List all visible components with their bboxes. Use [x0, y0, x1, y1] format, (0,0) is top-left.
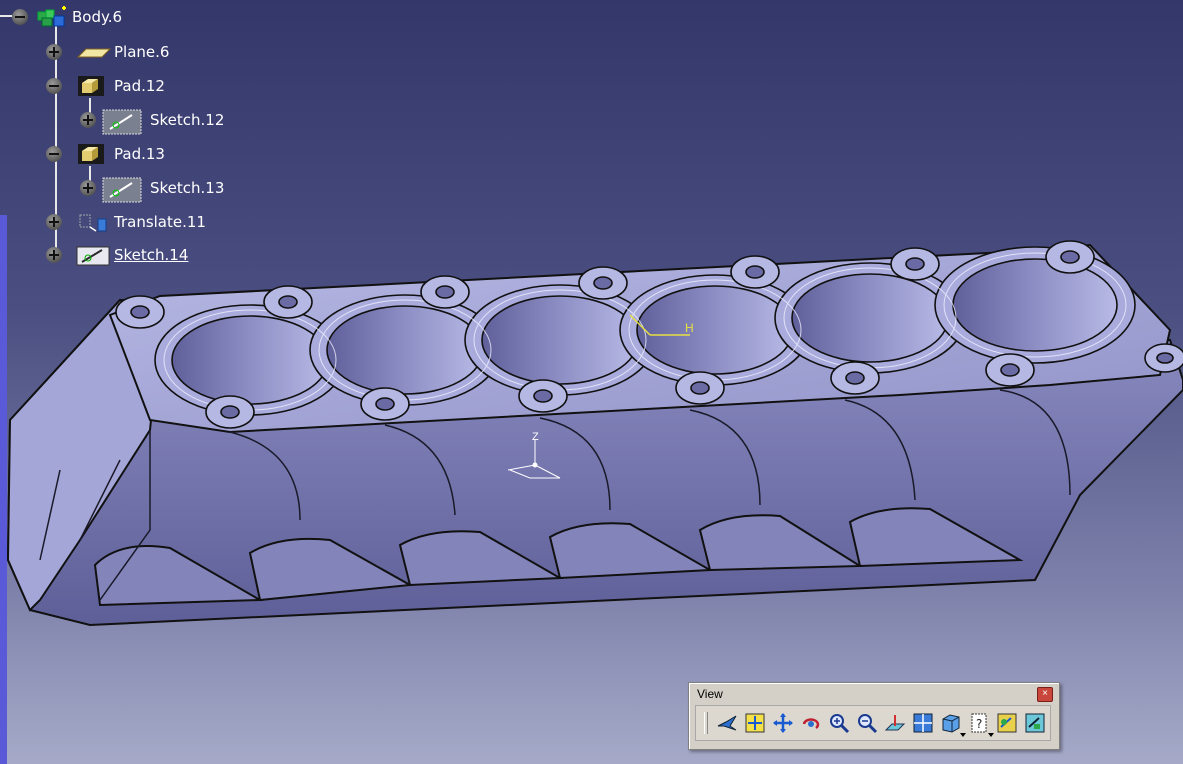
zoom-out-icon [858, 714, 878, 734]
hide-show-icon: ? [971, 713, 987, 733]
h-axis-label: H [685, 321, 694, 335]
body-icon [34, 6, 66, 28]
sketch-icon [102, 109, 142, 135]
expand-icon[interactable] [46, 214, 62, 230]
tree-node-label: Pad.13 [114, 145, 165, 163]
collapse-icon[interactable] [46, 146, 62, 162]
tree-node-body[interactable]: Body.6 [12, 4, 124, 30]
pad-icon [76, 143, 106, 165]
multi-view-button[interactable] [910, 710, 936, 736]
tree-node-plane[interactable]: Plane.6 [46, 39, 171, 65]
sketch-icon [102, 177, 142, 203]
zoom-in-button[interactable] [826, 710, 852, 736]
svg-text:?: ? [976, 717, 982, 731]
rotate-icon [802, 718, 820, 730]
tree-node-sketch-12[interactable]: Sketch.12 [80, 107, 226, 135]
normal-view-icon [884, 715, 906, 731]
fly-mode-button[interactable] [714, 710, 740, 736]
tree-node-sketch-13[interactable]: Sketch.13 [80, 175, 226, 203]
tree-connector [0, 15, 12, 17]
z-axis-label: Z [532, 431, 539, 443]
tree-node-label: Pad.12 [114, 77, 165, 95]
pan-icon [773, 713, 793, 733]
tree-node-label: Sketch.14 [114, 246, 189, 264]
zoom-out-button[interactable] [854, 710, 880, 736]
zoom-in-icon [830, 714, 850, 734]
multi-view-icon [913, 713, 933, 733]
expand-icon[interactable] [46, 247, 62, 263]
tree-node-label: Sketch.13 [150, 179, 225, 197]
translate-icon [76, 211, 107, 233]
tree-node-pad-12[interactable]: Pad.12 [46, 73, 167, 99]
tree-node-sketch-14[interactable]: Sketch.14 [46, 242, 190, 268]
rotate-button[interactable] [798, 710, 824, 736]
toolbar-grip[interactable] [704, 712, 708, 734]
collapse-icon[interactable] [12, 9, 28, 25]
normal-view-button[interactable] [882, 710, 908, 736]
tree-node-label: Translate.11 [114, 213, 206, 231]
toolbar-title: View [697, 687, 723, 701]
fly-mode-icon [717, 715, 737, 731]
close-button[interactable]: × [1037, 687, 1053, 702]
plane-icon [76, 41, 112, 63]
hide-show-button[interactable]: ? [966, 710, 994, 737]
tree-node-pad-13[interactable]: Pad.13 [46, 141, 167, 167]
swap-visible-space-button[interactable] [994, 710, 1020, 736]
swap-visible-space-icon [997, 713, 1017, 733]
expand-icon[interactable] [46, 44, 62, 60]
sketch-icon [76, 244, 110, 266]
tree-node-label: Body.6 [72, 8, 123, 26]
shading-button[interactable] [1022, 710, 1048, 736]
view-toolbar[interactable]: View × ? [688, 682, 1060, 750]
isometric-view-icon [942, 714, 960, 733]
pan-button[interactable] [770, 710, 796, 736]
expand-icon[interactable] [80, 112, 96, 128]
pad-icon [76, 75, 106, 97]
toolbar-buttons: ? [695, 705, 1051, 741]
tree-node-label: Sketch.12 [150, 111, 225, 129]
tree-node-translate-11[interactable]: Translate.11 [46, 209, 208, 235]
engine-block-part[interactable] [6, 240, 1183, 627]
isometric-view-button[interactable] [938, 710, 966, 737]
fit-all-in-icon [745, 713, 765, 733]
tree-node-label: Plane.6 [114, 43, 170, 61]
expand-icon[interactable] [80, 180, 96, 196]
shading-icon [1025, 713, 1045, 733]
fit-all-in-button[interactable] [742, 710, 768, 736]
collapse-icon[interactable] [46, 78, 62, 94]
